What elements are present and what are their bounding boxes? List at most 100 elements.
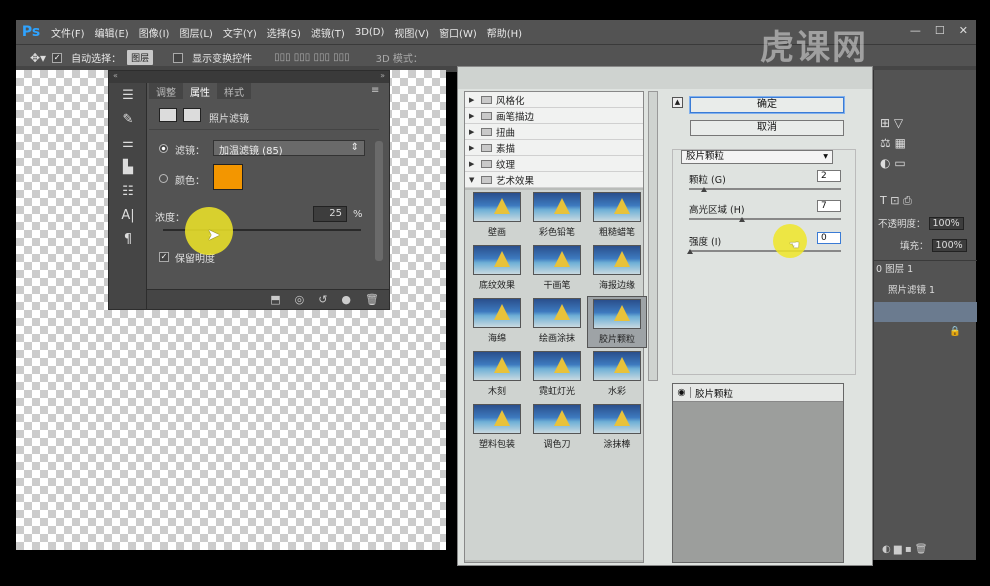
fill-input[interactable]: 100%: [931, 238, 967, 252]
density-input[interactable]: 25: [313, 206, 347, 222]
new-layer-icon[interactable]: ▪: [905, 544, 912, 555]
param-highlight-label: 高光区域 (H): [689, 205, 745, 216]
collapse-icon[interactable]: «: [113, 71, 118, 83]
move-tool-icon[interactable]: ✥▾: [30, 51, 46, 65]
thumb-sponge[interactable]: 海绵: [467, 298, 527, 348]
ok-button[interactable]: 确定: [690, 97, 844, 113]
history-tool-icon[interactable]: ☰: [109, 83, 147, 107]
param-highlight-slider[interactable]: [689, 218, 841, 220]
layer-row-1[interactable]: 0 图层 1: [874, 260, 977, 280]
pilcrow-tool-icon[interactable]: ¶: [109, 227, 147, 251]
visibility-icon[interactable]: ●: [341, 293, 351, 306]
opacity-input[interactable]: 100%: [928, 216, 964, 230]
category-sketch[interactable]: ▶ 素描: [465, 140, 643, 156]
reset-icon[interactable]: ↺: [318, 293, 327, 306]
tab-styles[interactable]: 样式: [217, 83, 251, 99]
thumb-poster-edges[interactable]: 海报边缘: [587, 245, 647, 295]
thumb-paint-daubs[interactable]: 绘画涂抹: [527, 298, 587, 348]
thumb-neon-glow[interactable]: 霓虹灯光: [527, 351, 587, 401]
align-icons[interactable]: ▯▯▯ ▯▯▯ ▯▯▯ ▯▯▯: [274, 52, 350, 63]
param-intensity-input[interactable]: 0: [817, 232, 841, 244]
tab-properties[interactable]: 属性: [183, 83, 217, 99]
properties-scrollbar[interactable]: [375, 141, 383, 261]
grid-icon[interactable]: ⊞: [880, 116, 890, 130]
rect-icon[interactable]: ▭: [894, 156, 905, 170]
balance-icon[interactable]: ⚖: [880, 136, 891, 150]
param-highlight-knob[interactable]: [739, 217, 745, 222]
thumb-label: 绘画涂抹: [538, 334, 575, 344]
menu-type[interactable]: 文字(Y): [218, 25, 262, 40]
param-grain-input[interactable]: 2: [817, 170, 841, 182]
brush-tool-icon[interactable]: ✎: [109, 107, 147, 131]
color-radio[interactable]: [159, 174, 168, 183]
layer-row-selected[interactable]: [874, 302, 977, 322]
menu-help[interactable]: 帮助(H): [482, 25, 527, 40]
thumb-rough-pastels[interactable]: 粗糙蜡笔: [587, 192, 647, 242]
thumb-palette-knife[interactable]: 调色刀: [527, 404, 587, 454]
category-stylize[interactable]: ▶ 风格化: [465, 92, 643, 108]
preserve-checkbox[interactable]: ✓: [159, 252, 169, 262]
menu-image[interactable]: 图像(I): [134, 25, 175, 40]
shape-filter-icon[interactable]: ⊡: [890, 194, 899, 207]
color-swatch[interactable]: [213, 164, 243, 190]
view-previous-icon[interactable]: ◎: [295, 293, 305, 306]
stamp-tool-icon[interactable]: ▙: [109, 155, 147, 179]
filter-dropdown[interactable]: 加温滤镜 (85) ⇕: [213, 140, 365, 157]
thumb-colored-pencil[interactable]: 彩色铅笔: [527, 192, 587, 242]
param-grain-knob[interactable]: [701, 187, 707, 192]
clip-icon[interactable]: ⬒: [270, 293, 280, 306]
transform-checkbox[interactable]: [173, 52, 184, 63]
thumb-watercolor[interactable]: 水彩: [587, 351, 647, 401]
menu-layer[interactable]: 图层(L): [174, 25, 217, 40]
text-filter-icon[interactable]: T: [880, 194, 887, 207]
menu-file[interactable]: 文件(F): [46, 25, 90, 40]
thumb-dry-brush[interactable]: 干画笔: [527, 245, 587, 295]
thumb-cutout[interactable]: 木刻: [467, 351, 527, 401]
density-unit: %: [353, 209, 363, 220]
thumb-underpainting[interactable]: 底纹效果: [467, 245, 527, 295]
layer-row-photo-filter[interactable]: 照片滤镜 1: [874, 282, 977, 302]
adjust-layer-icon[interactable]: ◐: [882, 544, 891, 555]
category-texture[interactable]: ▶ 纹理: [465, 156, 643, 172]
filter-radio[interactable]: [159, 144, 168, 153]
thumb-smudge-stick[interactable]: 涂抹棒: [587, 404, 647, 454]
menu-window[interactable]: 窗口(W): [434, 25, 482, 40]
trash-icon[interactable]: 🗑: [365, 293, 379, 306]
menu-3d[interactable]: 3D(D): [350, 27, 390, 38]
param-intensity-knob[interactable]: [687, 249, 693, 254]
smart-filter-icon[interactable]: ⎙: [903, 194, 912, 207]
param-highlight-input[interactable]: 7: [817, 200, 841, 212]
filter-select[interactable]: 胶片颗粒 ▾: [681, 150, 833, 164]
thumb-fresco[interactable]: 壁画: [467, 192, 527, 242]
cancel-button[interactable]: 取消: [690, 120, 844, 136]
param-intensity-slider[interactable]: [689, 250, 841, 252]
category-artistic[interactable]: ▼ 艺术效果: [465, 172, 643, 188]
menu-filter[interactable]: 滤镜(T): [306, 25, 350, 40]
expand-icon[interactable]: »: [380, 71, 385, 83]
effect-layer-row[interactable]: ◉ 胶片颗粒: [673, 384, 843, 402]
group-icon[interactable]: ▆: [894, 544, 902, 555]
auto-select-dropdown[interactable]: 图层: [127, 50, 154, 65]
character-tool-icon[interactable]: A|: [109, 203, 147, 227]
auto-select-checkbox[interactable]: ✓: [52, 52, 63, 63]
tree-scrollbar[interactable]: [648, 91, 658, 381]
eye-icon[interactable]: ◉: [673, 387, 691, 398]
thumb-plastic-wrap[interactable]: 塑料包装: [467, 404, 527, 454]
tab-adjust[interactable]: 调整: [149, 83, 183, 99]
category-distort[interactable]: ▶ 扭曲: [465, 124, 643, 140]
thumb-film-grain[interactable]: 胶片颗粒: [587, 296, 647, 348]
adjust-tool-icon[interactable]: ⚌: [109, 131, 147, 155]
menu-view[interactable]: 视图(V): [389, 25, 434, 40]
swatch-icon[interactable]: ◐: [880, 156, 890, 170]
param-grain-slider[interactable]: [689, 188, 841, 190]
paragraph-tool-icon[interactable]: ☷: [109, 179, 147, 203]
menu-edit[interactable]: 编辑(E): [90, 25, 134, 40]
menu-select[interactable]: 选择(S): [262, 25, 306, 40]
delete-layer-icon[interactable]: 🗑: [915, 544, 928, 555]
triangle-down-icon[interactable]: ▽: [894, 116, 903, 130]
panel-menu-icon[interactable]: ≡: [371, 85, 379, 96]
layer-row-background[interactable]: 🔒: [874, 326, 977, 344]
category-brush-strokes[interactable]: ▶ 画笔描边: [465, 108, 643, 124]
collapse-gallery-icon[interactable]: ▲: [672, 97, 683, 108]
grid2-icon[interactable]: ▦: [895, 136, 906, 150]
